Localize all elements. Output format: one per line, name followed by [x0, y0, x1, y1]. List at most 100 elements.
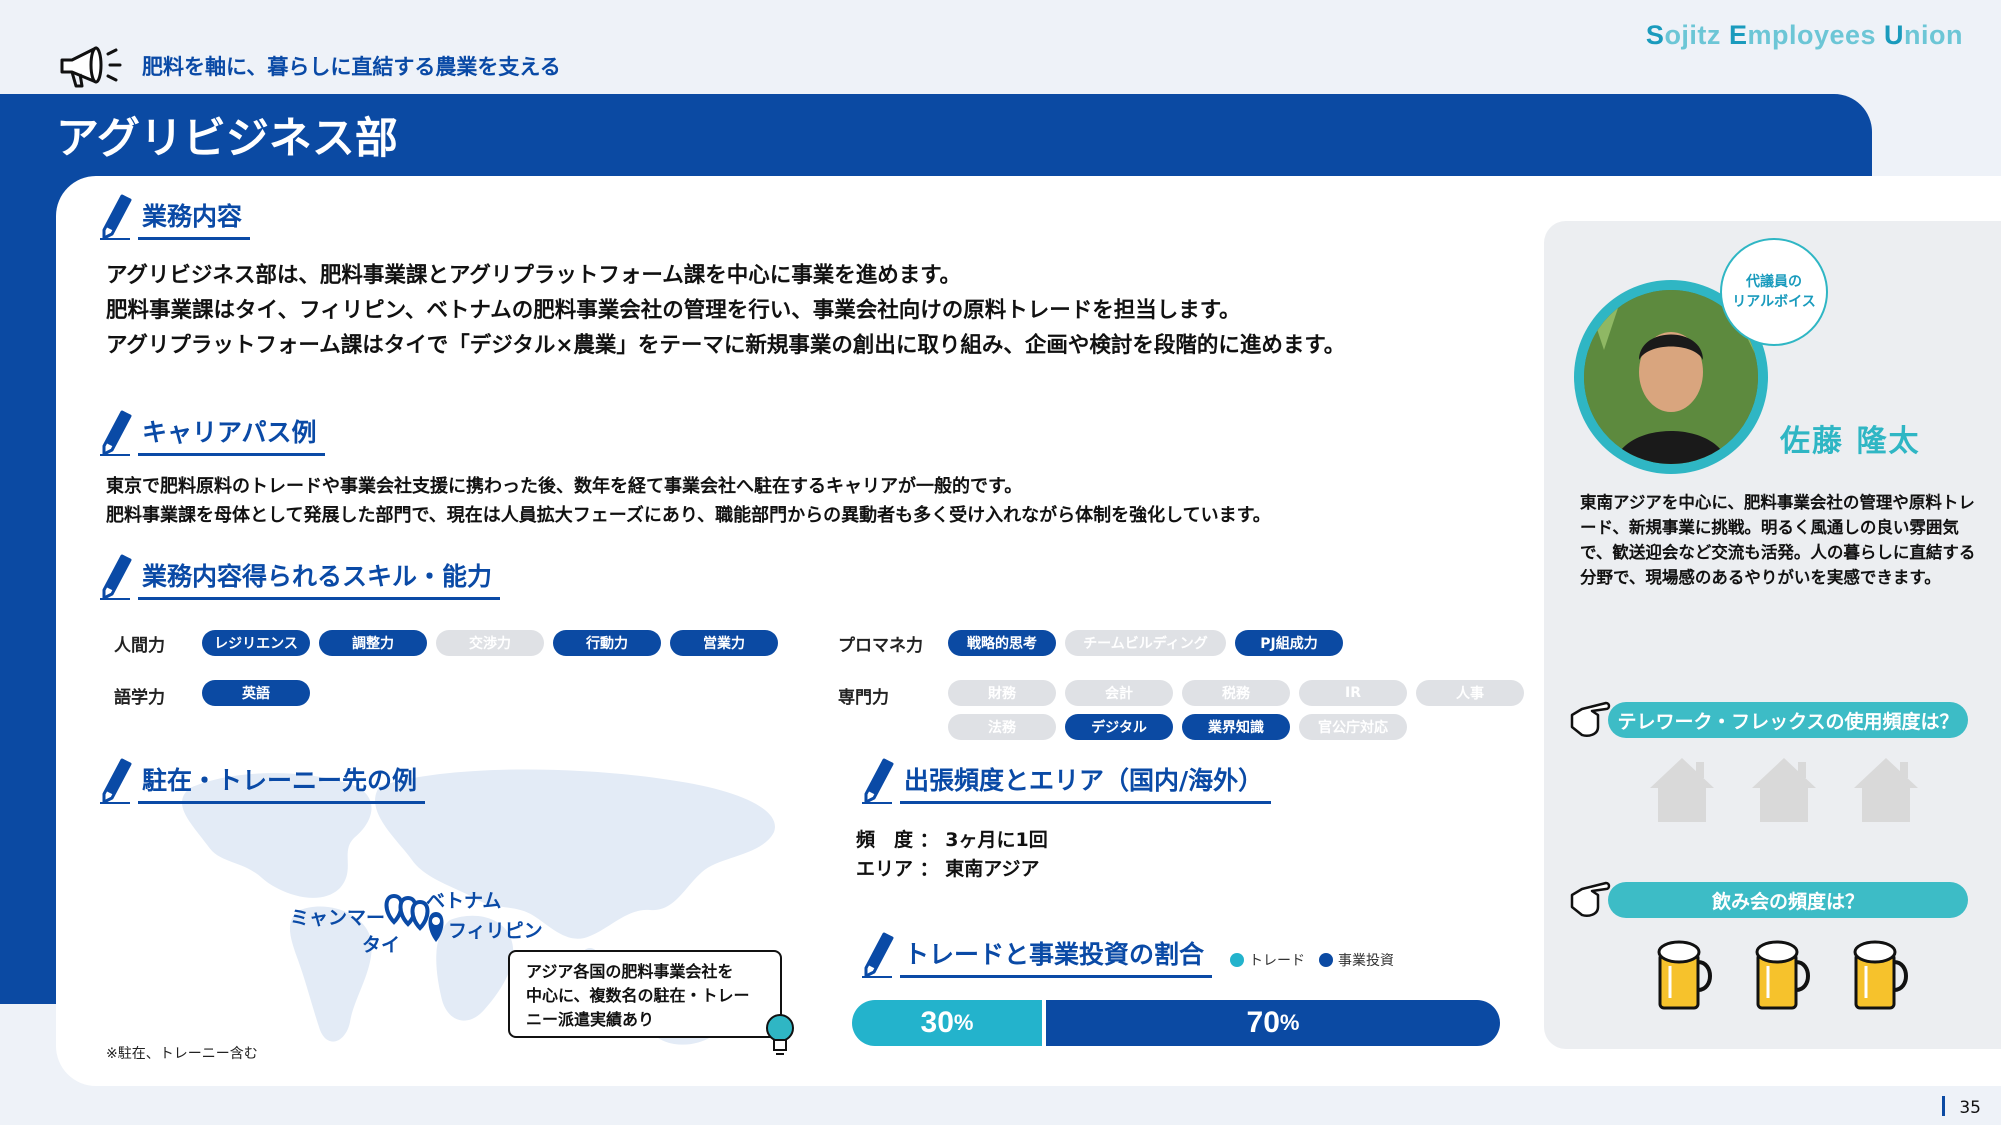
- skill-pill: 会計: [1065, 680, 1173, 706]
- pencil-icon: [100, 410, 132, 456]
- question-label: 飲み会の頻度は？: [1608, 882, 1968, 918]
- section-title: キャリアパス例: [138, 413, 325, 456]
- skill-pill-row: 戦略的思考 チームビルディング PJ組成力: [948, 630, 1343, 656]
- skill-pill: チームビルディング: [1065, 630, 1226, 656]
- map-label: フィリピン: [448, 920, 543, 942]
- question-drinks: 飲み会の頻度は？: [1568, 877, 1968, 923]
- legend-label: トレード: [1249, 953, 1305, 969]
- legend-item-invest: 事業投資: [1319, 950, 1394, 970]
- pencil-icon: [100, 758, 132, 804]
- legend-item-trade: トレード: [1230, 950, 1305, 970]
- skill-pill-row: 英語: [202, 680, 310, 706]
- skill-pill: 営業力: [670, 630, 778, 656]
- field-label: 頻 度: [856, 829, 914, 851]
- skill-group-label: プロマネ力: [838, 636, 923, 656]
- skill-group-label: 専門力: [838, 688, 889, 708]
- ratio-segment-trade: 30%: [852, 1000, 1046, 1046]
- skill-group-label: 人間力: [114, 636, 165, 656]
- text-line: 肥料事業課はタイ、フィリピン、ベトナムの肥料事業会社の管理を行い、事業会社向けの…: [106, 298, 1241, 323]
- house-icon: [1650, 758, 1714, 822]
- ratio-value: 30: [920, 1006, 954, 1039]
- separator: ：: [919, 829, 939, 851]
- map-pin-icon: [428, 912, 444, 942]
- megaphone-icon: [60, 46, 122, 88]
- skill-pill-row: 法務 デジタル 業界知識 官公庁対応: [948, 714, 1407, 740]
- map-label: ミャンマー: [290, 907, 386, 929]
- skill-pill: 戦略的思考: [948, 630, 1056, 656]
- skill-pill: デジタル: [1065, 714, 1173, 740]
- skill-pill-row: 財務 会計 税務 IR 人事: [948, 680, 1524, 706]
- bubble-line: 代議員の: [1745, 274, 1802, 290]
- beer-mug-icon: [1657, 940, 1712, 1010]
- section-title: 業務内容: [138, 197, 251, 240]
- section-title: トレードと事業投資の割合: [900, 935, 1213, 978]
- voice-bubble: 代議員の リアルボイス: [1720, 238, 1828, 346]
- text-line: 肥料事業課を母体として発展した部門で、現在は人員拡大フェーズにあり、職能部門から…: [106, 505, 1271, 526]
- tagline-row: 肥料を軸に、暮らしに直結する農業を支える: [56, 42, 561, 90]
- question-label: テレワーク・フレックスの使用頻度は？: [1608, 702, 1968, 738]
- telework-level: [1646, 752, 1922, 826]
- skill-pill: 人事: [1416, 680, 1524, 706]
- skill-group-label: 語学力: [114, 688, 165, 708]
- brand-text: nion: [1904, 20, 1963, 50]
- pencil-icon: [862, 758, 894, 804]
- brand-letter: U: [1884, 20, 1905, 50]
- skill-pill: PJ組成力: [1235, 630, 1343, 656]
- brand-text: ojitz: [1664, 20, 1729, 50]
- page-title: アグリビジネス部: [56, 114, 398, 164]
- skill-pill: 財務: [948, 680, 1056, 706]
- ratio-unit: %: [1279, 1010, 1300, 1035]
- brand-letter: S: [1645, 20, 1665, 50]
- business-description: アグリビジネス部は、肥料事業課とアグリプラットフォーム課を中心に事業を進めます。…: [106, 258, 1345, 363]
- page-number: 35: [1942, 1096, 1981, 1118]
- section-heading-skills: 業務内容得られるスキル・能力: [100, 554, 501, 600]
- section-heading-career: キャリアパス例: [100, 410, 325, 456]
- section-title: 駐在・トレーニー先の例: [138, 761, 426, 804]
- field-value: 東南アジア: [945, 858, 1040, 880]
- skill-pill: 調整力: [319, 630, 427, 656]
- travel-area: エリア ： 東南アジア: [856, 855, 1048, 884]
- legend-swatch: [1230, 953, 1244, 967]
- brand-text: mployees: [1747, 20, 1885, 50]
- tagline: 肥料を軸に、暮らしに直結する農業を支える: [142, 55, 561, 79]
- text-line: アジア各国の肥料事業会社を: [526, 962, 734, 981]
- house-icon: [1752, 758, 1816, 822]
- skill-pill: IR: [1299, 680, 1407, 706]
- section-title: 出張頻度とエリア（国内/海外）: [900, 761, 1272, 804]
- question-telework: テレワーク・フレックスの使用頻度は？: [1568, 697, 1968, 743]
- skill-pill: 税務: [1182, 680, 1290, 706]
- skill-pill: 業界知識: [1182, 714, 1290, 740]
- drinks-level: [1654, 936, 1914, 1012]
- skill-pill: 交渉力: [436, 630, 544, 656]
- field-label: エリア: [856, 858, 914, 880]
- page-number-bar: [1942, 1096, 1946, 1116]
- legend-label: 事業投資: [1338, 953, 1394, 969]
- pencil-icon: [100, 194, 132, 240]
- beer-mug-icon: [1853, 940, 1908, 1010]
- ratio-legend: トレード 事業投資: [1230, 950, 1394, 970]
- section-title: 業務内容得られるスキル・能力: [138, 557, 501, 600]
- page-number-text: 35: [1959, 1098, 1981, 1118]
- legend-swatch: [1319, 953, 1333, 967]
- pencil-icon: [862, 932, 894, 978]
- house-icon: [1854, 758, 1918, 822]
- skill-pill: 法務: [948, 714, 1056, 740]
- lightbulb-icon: [766, 1014, 794, 1055]
- brand-logo: Sojitz Employees Union: [1646, 20, 1963, 51]
- section-heading-assignment: 駐在・トレーニー先の例: [100, 758, 426, 804]
- text-line: アグリビジネス部は、肥料事業課とアグリプラットフォーム課を中心に事業を進めます。: [106, 263, 962, 288]
- skill-pill: レジリエンス: [202, 630, 310, 656]
- text-line: 東京で肥料原料のトレードや事業会社支援に携わった後、数年を経て事業会社へ駐在する…: [106, 476, 1023, 497]
- pencil-icon: [100, 554, 132, 600]
- text-line: ニー派遣実績あり: [526, 1010, 655, 1029]
- representative-comment: 東南アジアを中心に、肥料事業会社の管理や原料トレード、新規事業に挑戦。明るく風通…: [1580, 493, 1976, 587]
- brand-letter: E: [1728, 20, 1748, 50]
- career-description: 東京で肥料原料のトレードや事業会社支援に携わった後、数年を経て事業会社へ駐在する…: [106, 472, 1271, 530]
- travel-info: 頻 度 ： 3ヶ月に1回 エリア ： 東南アジア: [856, 826, 1048, 884]
- footnote: ※駐在、トレーニー含む: [106, 1046, 258, 1062]
- ratio-bar: 30% 70%: [852, 1000, 1500, 1046]
- ratio-segment-invest: 70%: [1046, 1000, 1500, 1046]
- section-heading-business: 業務内容: [100, 194, 251, 240]
- skill-pill: 英語: [202, 680, 310, 706]
- travel-frequency: 頻 度 ： 3ヶ月に1回: [856, 826, 1048, 855]
